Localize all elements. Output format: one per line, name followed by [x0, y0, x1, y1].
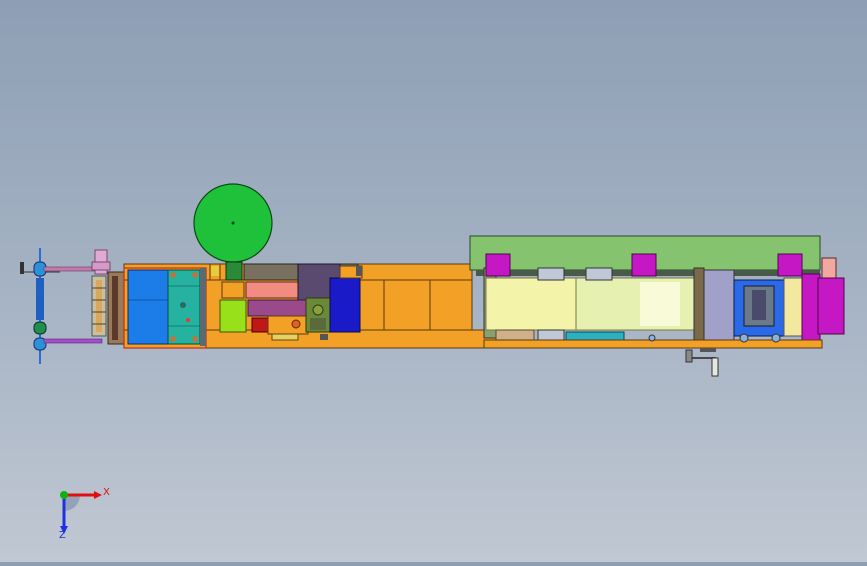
blue-teal-module[interactable]	[127, 268, 206, 346]
crank-handle[interactable]	[685, 349, 719, 377]
x-axis-label: X	[103, 487, 110, 498]
machine-assembly[interactable]	[0, 0, 867, 562]
green-drum[interactable]	[193, 183, 273, 263]
drive-module[interactable]	[209, 261, 363, 341]
right-section[interactable]	[469, 235, 845, 352]
cad-viewport[interactable]: X Z	[0, 0, 867, 562]
coordinate-triad	[60, 491, 102, 534]
left-unwind-stand[interactable]	[20, 248, 125, 364]
z-axis-label: Z	[59, 530, 66, 541]
